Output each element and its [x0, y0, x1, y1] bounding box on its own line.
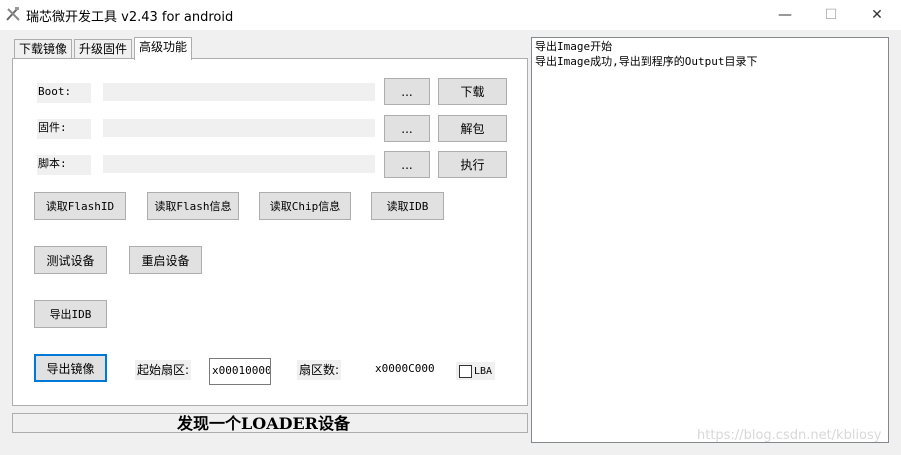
lba-checkbox[interactable]: [459, 364, 472, 378]
tab-upgrade-firmware[interactable]: 升级固件: [74, 39, 133, 59]
export-image-button[interactable]: 导出镜像: [34, 354, 107, 382]
boot-browse-button[interactable]: ...: [384, 78, 430, 105]
sector-count-value: x0000C000: [375, 362, 435, 375]
start-sector-input[interactable]: x00010000: [209, 358, 271, 385]
read-flash-info-button[interactable]: 读取Flash信息: [147, 192, 239, 220]
device-status: 发现一个LOADER设备: [177, 414, 350, 433]
log-line: 导出Image开始: [535, 40, 613, 53]
maximize-icon: ☐: [824, 7, 838, 23]
execute-button[interactable]: 执行: [438, 151, 507, 178]
boot-label: Boot:: [37, 83, 91, 103]
log-line: 导出Image成功,导出到程序的Output目录下: [535, 55, 758, 68]
download-button[interactable]: 下载: [438, 78, 507, 105]
window-title: 瑞芯微开发工具 v2.43 for android: [26, 10, 234, 25]
boot-path-input[interactable]: [103, 83, 375, 101]
read-chip-info-button[interactable]: 读取Chip信息: [259, 192, 351, 220]
start-sector-label: 起始扇区:: [135, 360, 192, 380]
sector-count-label: 扇区数:: [297, 360, 342, 380]
script-label: 脚本:: [37, 155, 91, 175]
lba-label: LBA: [474, 365, 493, 377]
firmware-label: 固件:: [37, 119, 91, 139]
script-path-input[interactable]: [103, 155, 375, 173]
test-device-button[interactable]: 测试设备: [34, 246, 107, 274]
tab-advanced[interactable]: 高级功能: [134, 37, 193, 60]
export-idb-button[interactable]: 导出IDB: [34, 300, 107, 328]
tools-icon: [6, 7, 20, 21]
firmware-browse-button[interactable]: ...: [384, 115, 430, 142]
status-bar: 发现一个LOADER设备: [12, 413, 528, 433]
script-browse-button[interactable]: ...: [384, 151, 430, 178]
unpack-button[interactable]: 解包: [438, 115, 507, 142]
advanced-panel: Boot: ... 下载 固件: ... 解包 脚本: ... 执行 读取Fla…: [12, 58, 528, 406]
watermark: https://blog.csdn.net/kbliosy: [697, 428, 882, 443]
read-idb-button[interactable]: 读取IDB: [371, 192, 444, 220]
restart-device-button[interactable]: 重启设备: [129, 246, 202, 274]
minimize-icon: —: [778, 7, 792, 23]
tab-download-image[interactable]: 下载镜像: [14, 39, 73, 59]
minimize-button[interactable]: —: [762, 0, 808, 30]
close-icon: ✕: [871, 7, 883, 23]
lba-checkbox-wrap[interactable]: LBA: [456, 362, 496, 380]
firmware-path-input[interactable]: [103, 119, 375, 137]
read-flash-id-button[interactable]: 读取FlashID: [34, 192, 126, 220]
maximize-button[interactable]: ☐: [808, 0, 854, 30]
log-output[interactable]: 导出Image开始 导出Image成功,导出到程序的Output目录下: [531, 37, 889, 443]
title-bar: 瑞芯微开发工具 v2.43 for android — ☐ ✕: [0, 0, 901, 30]
close-button[interactable]: ✕: [854, 0, 900, 30]
